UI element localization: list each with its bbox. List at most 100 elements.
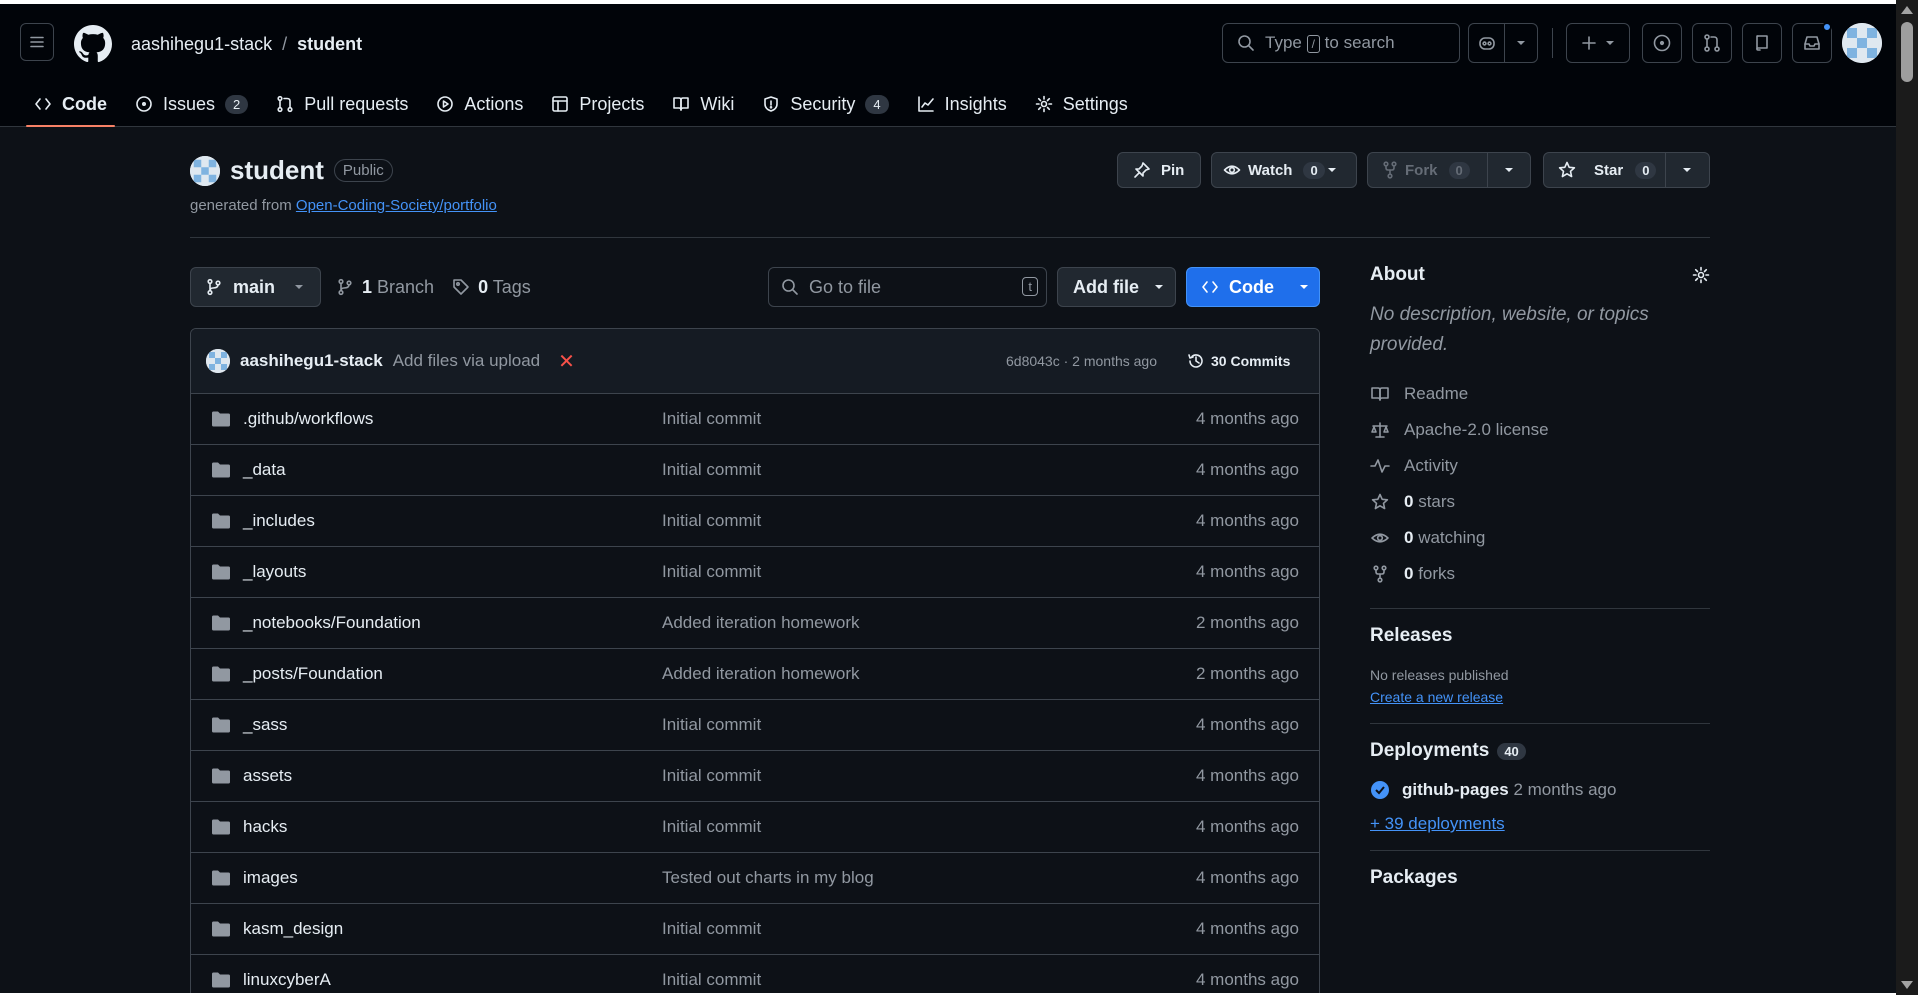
file-commit-message[interactable]: Initial commit (662, 562, 761, 582)
file-commit-message[interactable]: Tested out charts in my blog (662, 868, 874, 888)
file-row[interactable]: _layouts Initial commit 4 months ago (191, 547, 1319, 598)
commit-author-avatar[interactable] (206, 349, 230, 373)
file-name[interactable]: linuxcyberA (243, 970, 331, 990)
breadcrumb-repo[interactable]: student (297, 34, 362, 55)
chevron-down-icon[interactable] (1326, 166, 1338, 174)
chevron-down-icon[interactable] (1488, 166, 1530, 174)
tab-security[interactable]: Security 4 (748, 82, 902, 126)
watching-link[interactable]: 0 watching (1370, 520, 1710, 556)
file-name[interactable]: hacks (243, 817, 287, 837)
menu-button[interactable] (20, 23, 54, 61)
file-row[interactable]: linuxcyberA Initial commit 4 months ago (191, 955, 1319, 993)
file-row[interactable]: hacks Initial commit 4 months ago (191, 802, 1319, 853)
file-commit-message[interactable]: Initial commit (662, 409, 761, 429)
star-button[interactable]: Star 0 (1543, 152, 1710, 188)
gear-icon[interactable] (1692, 266, 1710, 284)
star-count: 0 (1635, 161, 1657, 179)
commit-message[interactable]: Add files via upload (393, 351, 540, 371)
file-name[interactable]: _posts/Foundation (243, 664, 383, 684)
file-row[interactable]: assets Initial commit 4 months ago (191, 751, 1319, 802)
file-name[interactable]: kasm_design (243, 919, 343, 939)
tab-wiki[interactable]: Wiki (658, 82, 748, 126)
file-commit-message[interactable]: Initial commit (662, 766, 761, 786)
file-commit-message[interactable]: Initial commit (662, 511, 761, 531)
tab-issues[interactable]: Issues 2 (121, 82, 262, 126)
search-icon (782, 279, 798, 295)
go-to-file-input[interactable]: Go to file t (768, 267, 1047, 307)
branch-name: main (233, 276, 276, 297)
scroll-up-arrow[interactable] (1901, 6, 1913, 14)
file-name[interactable]: assets (243, 766, 292, 786)
file-name[interactable]: _data (243, 460, 286, 480)
file-commit-message[interactable]: Added iteration homework (662, 613, 860, 633)
search-input[interactable]: Type / to search (1222, 23, 1460, 63)
scrollbar[interactable] (1896, 0, 1918, 995)
tab-actions[interactable]: Actions (422, 82, 537, 126)
branch-selector[interactable]: main (190, 267, 321, 307)
commits-link[interactable]: 30 Commits (1187, 352, 1290, 370)
license-link[interactable]: Apache-2.0 license (1370, 412, 1710, 448)
create-new-button[interactable] (1566, 23, 1630, 63)
file-commit-message[interactable]: Initial commit (662, 817, 761, 837)
scroll-down-arrow[interactable] (1901, 981, 1913, 989)
watch-button[interactable]: Watch 0 (1211, 152, 1357, 188)
file-row[interactable]: _notebooks/Foundation Added iteration hom… (191, 598, 1319, 649)
file-row[interactable]: _data Initial commit 4 months ago (191, 445, 1319, 496)
pin-button[interactable]: Pin (1117, 152, 1201, 188)
file-row[interactable]: kasm_design Initial commit 4 months ago (191, 904, 1319, 955)
add-file-button[interactable]: Add file (1057, 267, 1176, 307)
file-name[interactable]: images (243, 868, 298, 888)
file-name[interactable]: _layouts (243, 562, 306, 582)
file-commit-message[interactable]: Initial commit (662, 970, 761, 990)
tab-insights[interactable]: Insights (903, 82, 1021, 126)
file-row[interactable]: .github/workflows Initial commit 4 months … (191, 394, 1319, 445)
file-row[interactable]: images Tested out charts in my blog 4 mont… (191, 853, 1319, 904)
code-button[interactable]: Code (1186, 267, 1320, 307)
chevron-down-icon[interactable] (1505, 39, 1537, 47)
readme-link[interactable]: Readme (1370, 376, 1710, 412)
releases-heading[interactable]: Releases (1370, 625, 1710, 647)
repo-icon (1756, 35, 1768, 51)
file-name[interactable]: .github/workflows (243, 409, 373, 429)
tab-settings[interactable]: Settings (1021, 82, 1142, 126)
chevron-down-icon[interactable] (1666, 166, 1709, 174)
file-name[interactable]: _includes (243, 511, 315, 531)
issues-button[interactable] (1642, 23, 1682, 63)
commit-author[interactable]: aashihegu1-stack (240, 351, 383, 371)
file-commit-message[interactable]: Initial commit (662, 715, 761, 735)
fork-button[interactable]: Fork 0 (1367, 152, 1531, 188)
stars-link[interactable]: 0 stars (1370, 484, 1710, 520)
file-name[interactable]: _notebooks/Foundation (243, 613, 421, 633)
forks-link[interactable]: 0 forks (1370, 556, 1710, 592)
packages-heading[interactable]: Packages (1370, 867, 1710, 889)
deployments-heading[interactable]: Deployments (1370, 740, 1489, 762)
user-avatar[interactable] (1842, 23, 1882, 63)
file-row[interactable]: _sass Initial commit 4 months ago (191, 700, 1319, 751)
create-release-link[interactable]: Create a new release (1370, 689, 1503, 705)
breadcrumb-owner[interactable]: aashihegu1-stack (131, 34, 272, 55)
tab-projects[interactable]: Projects (537, 82, 658, 126)
repo-name[interactable]: student (230, 155, 324, 186)
file-name[interactable]: _sass (243, 715, 287, 735)
tab-code[interactable]: Code (20, 82, 121, 127)
copilot-button[interactable] (1468, 23, 1538, 63)
file-commit-message[interactable]: Initial commit (662, 919, 761, 939)
file-row[interactable]: _posts/Foundation Added iteration homewor… (191, 649, 1319, 700)
file-commit-message[interactable]: Added iteration homework (662, 664, 860, 684)
repositories-button[interactable] (1742, 23, 1782, 63)
commit-hash-time[interactable]: 6d8043c · 2 months ago (1006, 353, 1157, 369)
tags-link[interactable]: 0 Tags (478, 277, 531, 298)
file-row[interactable]: _includes Initial commit 4 months ago (191, 496, 1319, 547)
scroll-thumb[interactable] (1901, 22, 1913, 82)
file-commit-message[interactable]: Initial commit (662, 460, 761, 480)
pull-requests-button[interactable] (1692, 23, 1732, 63)
owner-avatar[interactable] (190, 155, 220, 186)
deployment-item[interactable]: github-pages 2 months ago (1370, 780, 1710, 800)
commit-status-fail-icon[interactable]: ✕ (558, 349, 575, 374)
activity-link[interactable]: Activity (1370, 448, 1710, 484)
github-logo-icon[interactable] (74, 25, 112, 63)
more-deployments-link[interactable]: + 39 deployments (1370, 814, 1505, 833)
branches-link[interactable]: 1 Branch (362, 277, 434, 298)
template-repo-link[interactable]: Open-Coding-Society/portfolio (296, 197, 497, 214)
tab-pull-requests[interactable]: Pull requests (262, 82, 422, 126)
